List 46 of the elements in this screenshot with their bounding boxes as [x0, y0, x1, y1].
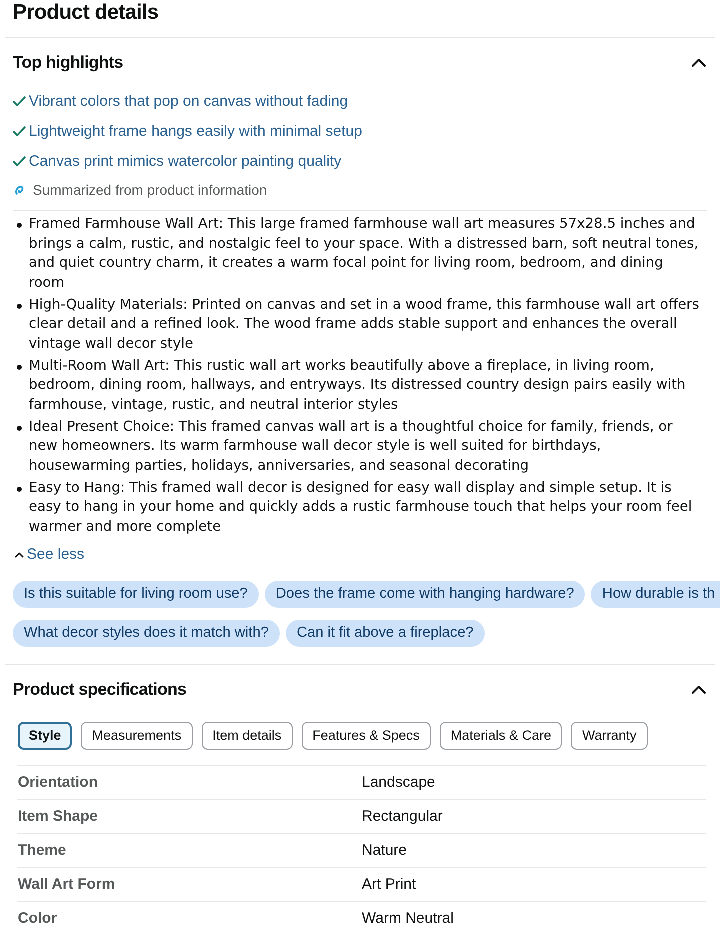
see-less-link[interactable]: See less [15, 544, 85, 564]
summary-note: Summarized from product information [33, 182, 268, 198]
spec-tab[interactable]: Item details [202, 722, 293, 750]
section-title: Top highlights [13, 52, 124, 74]
highlight-text: Canvas print mimics watercolor painting quality [29, 152, 342, 170]
spec-label: Theme [17, 842, 66, 858]
chevron-up-icon [15, 552, 24, 558]
spec-tab[interactable]: Features & Specs [302, 722, 431, 750]
highlight-text: Lightweight frame hangs easily with minimal setup [29, 122, 362, 140]
bullet-dot-icon [17, 304, 22, 308]
section-title: Product specifications [13, 678, 187, 700]
question-chip[interactable]: Is this suitable for living room use? [13, 580, 259, 608]
spec-label: Item Shape [17, 808, 98, 824]
question-chip[interactable]: What decor styles does it match with? [13, 620, 280, 646]
spec-label: Wall Art Form [17, 876, 116, 892]
spec-tab[interactable]: Materials & Care [440, 722, 562, 750]
check-icon [13, 96, 26, 106]
check-icon [13, 126, 26, 136]
bullet-text: High-Quality Materials: Printed on canvas and set in a wood frame, this farmhouse wall art offers clear detail and a refined look. The wood frame adds stable support and enhances the overall vintage wall decor style [29, 296, 700, 354]
swirl-icon [15, 186, 24, 194]
question-chip[interactable]: How durable is th [591, 580, 720, 608]
spec-value: Warm Neutral [362, 910, 454, 926]
spec-value: Landscape [362, 774, 436, 790]
bullet-dot-icon [17, 486, 22, 492]
question-chip[interactable]: Does the frame come with hanging hardware? [264, 580, 586, 608]
spec-label: Color [17, 910, 58, 926]
bullet-text: Easy to Hang: This framed wall decor is designed for easy wall display and simple setup. It is easy to hang in your home and quickly adds a rustic farmhouse touch that helps your room feel warmer and more complete [29, 478, 694, 536]
chevron-up-icon[interactable] [692, 59, 706, 67]
bullet-dot-icon [17, 364, 22, 370]
spec-tab[interactable]: Style [18, 722, 72, 750]
bullet-text: Framed Farmhouse Wall Art: This large framed farmhouse wall art measures 57x28.5 inches and brings a calm, rustic, and nostalgic feel to your space. With a distressed barn, soft neutral tones, and quiet country charm, it creates a warm focal point for living room, bedroom, and dining room [29, 215, 700, 292]
question-chip[interactable]: Can it fit above a fireplace? [286, 620, 485, 646]
spec-tab[interactable]: Warranty [571, 722, 648, 750]
bullet-text: Ideal Present Choice: This framed canvas wall art is a thoughtful choice for family, friends, or new homeowners. Its warm farmhouse wall decor style is well suited for birthdays, housewarming parties, holidays, anniversaries, and seasonal decorating [29, 418, 674, 476]
page-title: Product details [12, 0, 160, 25]
highlight-text: Vibrant colors that pop on canvas without fading [29, 92, 348, 110]
bullet-dot-icon [17, 426, 22, 430]
check-icon [13, 156, 26, 166]
bullet-text: Multi-Room Wall Art: This rustic wall art works beautifully above a fireplace, in living room, bedroom, dining room, hallways, and entryways. Its distressed country design pairs easily with farmhouse, vintage, rustic, and neutral interior styles [29, 356, 687, 414]
spec-value: Art Print [362, 876, 416, 892]
spec-value: Rectangular [362, 808, 443, 824]
bullet-dot-icon [17, 223, 22, 228]
spec-value: Nature [362, 842, 408, 858]
spec-label: Orientation [17, 774, 98, 790]
chevron-up-icon[interactable] [692, 686, 706, 694]
spec-tab[interactable]: Measurements [81, 722, 193, 750]
